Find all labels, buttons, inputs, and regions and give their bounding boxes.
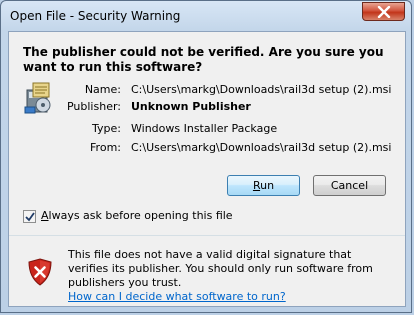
security-warning-window: Open File - Security Warning The publish… <box>0 0 412 313</box>
type-label: Type: <box>92 122 121 135</box>
publisher-label: Publisher: <box>66 100 121 113</box>
name-value: C:\Users\markg\Downloads\rail3d setup (2… <box>131 83 392 96</box>
run-button[interactable]: Run <box>227 175 300 196</box>
from-label: From: <box>90 141 121 154</box>
always-ask-label: Always ask before opening this file <box>41 209 233 222</box>
title-bar[interactable]: Open File - Security Warning <box>1 1 411 31</box>
name-label: Name: <box>84 83 121 96</box>
publisher-value: Unknown Publisher <box>131 100 251 113</box>
from-value: C:\Users\markg\Downloads\rail3d setup (2… <box>131 141 392 154</box>
footer-message: This file does not have a valid digital … <box>68 248 373 289</box>
always-ask-label-rest: lways ask before opening this file <box>48 209 233 222</box>
error-shield-icon <box>28 258 52 286</box>
help-link[interactable]: How can I decide what software to run? <box>68 290 286 303</box>
dialog-body: The publisher could not be verified. Are… <box>8 31 406 307</box>
warning-headline: The publisher could not be verified. Are… <box>23 45 384 74</box>
warning-footer: This file does not have a valid digital … <box>9 237 405 306</box>
footer-message-block: This file does not have a valid digital … <box>68 248 388 304</box>
type-value: Windows Installer Package <box>131 122 278 135</box>
checkmark-icon <box>25 212 35 222</box>
footer-divider <box>9 235 405 236</box>
close-icon <box>377 6 391 18</box>
always-ask-checkbox[interactable] <box>23 210 36 223</box>
always-ask-mnemonic: A <box>41 209 49 222</box>
window-title: Open File - Security Warning <box>10 9 181 23</box>
run-label-rest: un <box>260 179 275 192</box>
close-button[interactable] <box>362 2 405 21</box>
cancel-button[interactable]: Cancel <box>313 175 386 196</box>
